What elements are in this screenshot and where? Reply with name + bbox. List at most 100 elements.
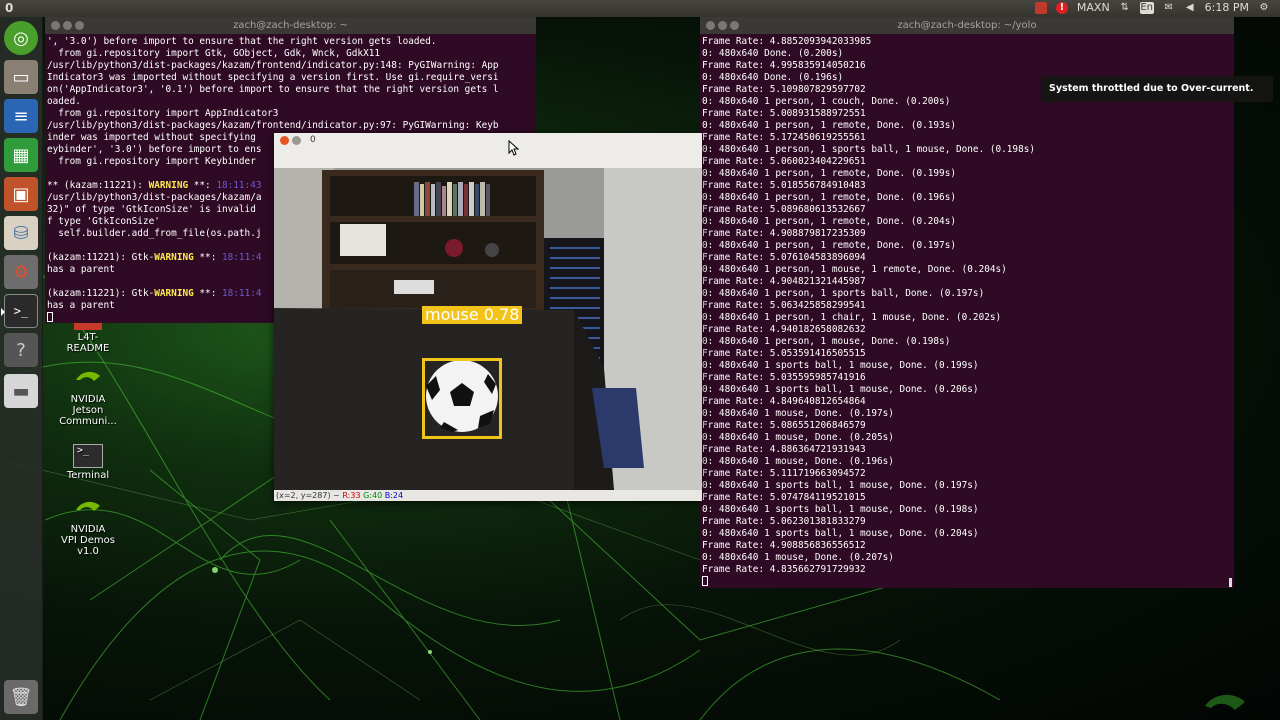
record-icon[interactable] — [1034, 1, 1047, 14]
software-center-icon[interactable]: ⛁ — [4, 216, 38, 250]
terminal-line: 0: 480x640 1 mouse, Done. (0.207s) — [702, 552, 894, 563]
camera-status-bar: (x=2, y=287) ~ R:33 G:40 B:24 — [274, 490, 702, 501]
minimize-icon[interactable] — [292, 136, 301, 145]
mail-icon[interactable]: ✉ — [1163, 2, 1175, 14]
nvidia-icon — [74, 368, 102, 392]
nvidia-icon — [74, 498, 102, 522]
terminal-line: Frame Rate: 5.008931588972551 — [702, 108, 866, 119]
terminal-line: 0: 480x640 1 person, 1 remote, Done. (0.… — [702, 216, 956, 227]
ubuntu-logo-icon[interactable]: ◎ — [4, 21, 38, 55]
throttle-notification: System throttled due to Over-current. — [1041, 76, 1273, 102]
terminal-line: (kazam:11221): Gtk-WARNING **: 18:11:4 — [47, 252, 262, 263]
terminal-line: Frame Rate: 5.063425858299541 — [702, 300, 866, 311]
drive-icon[interactable]: ▬ — [4, 374, 38, 408]
terminal-line: 0: 480x640 1 sports ball, 1 mouse, Done.… — [702, 480, 979, 491]
terminal-line: ', '3.0') before import to ensure that t… — [47, 36, 437, 47]
terminal-line: from gi.repository import AppIndicator3 — [47, 108, 279, 119]
terminal-line: /usr/lib/python3/dist-packages/kazam/fro… — [47, 120, 499, 131]
mouse-pointer-icon — [508, 140, 520, 156]
terminal-line: (kazam:11221): Gtk-WARNING **: 18:11:4 — [47, 288, 262, 299]
terminal-line: 0: 480x640 1 sports ball, 1 mouse, Done.… — [702, 360, 979, 371]
terminal-line: Frame Rate: 5.074784119521015 — [702, 492, 866, 503]
desktop-icon-label: NVIDIA VPI Demos v1.0 — [61, 524, 115, 557]
terminal-line: Frame Rate: 4.849640812654864 — [702, 396, 866, 407]
minimize-icon[interactable] — [718, 21, 727, 30]
help-icon[interactable]: ? — [4, 333, 38, 367]
terminal-output[interactable]: Frame Rate: 4.8852093942033985 0: 480x64… — [700, 34, 1234, 588]
camera-window-titlebar[interactable]: 0 — [274, 133, 702, 147]
launcher: ◎ ▭ ≡ ▦ ▣ ⛁ ⚙ >_ ? ▬ 🗑 — [0, 17, 43, 720]
terminal-line: inder was imported without specifying — [47, 132, 256, 143]
maximize-icon[interactable] — [75, 21, 84, 30]
terminal-line: 0: 480x640 Done. (0.196s) — [702, 72, 844, 83]
minimize-icon[interactable] — [63, 21, 72, 30]
pixel-coords: (x=2, y=287) ~ — [276, 491, 343, 500]
terminal-line: ** (kazam:11221): WARNING **: 18:11:43 — [47, 180, 262, 191]
pixel-green-value: G:40 — [363, 491, 383, 500]
readme-icon — [74, 322, 102, 330]
close-icon[interactable] — [706, 21, 715, 30]
settings-gear-icon[interactable]: ⚙ — [1258, 2, 1270, 14]
camera-preview-window[interactable]: 0 mouse 0.78 (x=2, y=287) ~ R:33 G:40 B:… — [274, 133, 702, 501]
terminal-line: Frame Rate: 5.060023404229651 — [702, 156, 866, 167]
terminal-line: /usr/lib/python3/dist-packages/kazam/a — [47, 192, 262, 203]
pixel-blue-value: B:24 — [384, 491, 404, 500]
terminal-line: Frame Rate: 4.904821321445987 — [702, 276, 866, 287]
nvidia-watermark-icon — [1205, 694, 1245, 710]
terminal-line: f type 'GtkIconSize' — [47, 216, 160, 227]
top-panel: 0 ! MAXN ⇅ En ✉ ◀ 6:18 PM ⚙ — [0, 0, 1280, 17]
terminal-line: 0: 480x640 1 sports ball, 1 mouse, Done.… — [702, 384, 979, 395]
terminal-line: 0: 480x640 1 person, 1 chair, 1 mouse, D… — [702, 312, 1002, 323]
terminal-line: Frame Rate: 4.908879817235309 — [702, 228, 866, 239]
terminal-titlebar[interactable]: zach@zach-desktop: ~ — [45, 17, 536, 34]
clock[interactable]: 6:18 PM — [1205, 1, 1249, 14]
terminal-line: Frame Rate: 5.053591416505515 — [702, 348, 866, 359]
terminal-title: zach@zach-desktop: ~ — [233, 20, 348, 31]
impress-icon[interactable]: ▣ — [4, 177, 38, 211]
terminal-line: 0: 480x640 1 sports ball, 1 mouse, Done.… — [702, 528, 979, 539]
terminal-cursor — [47, 312, 53, 322]
maximize-icon[interactable] — [730, 21, 739, 30]
terminal-line: eybinder', '3.0') before import to ens — [47, 144, 262, 155]
terminal-line: 0: 480x640 1 person, 1 sports ball, 1 mo… — [702, 144, 1036, 155]
close-icon[interactable] — [51, 21, 60, 30]
scrollbar-thumb[interactable] — [1229, 578, 1232, 587]
desktop-icon-readme[interactable]: L4T- README — [43, 322, 133, 354]
terminal-line: Frame Rate: 4.995835914050216 — [702, 60, 866, 71]
detection-bounding-box — [422, 358, 502, 439]
network-icon[interactable]: ⇅ — [1119, 2, 1131, 14]
terminal-line: Frame Rate: 5.076104583896094 — [702, 252, 866, 263]
camera-scene — [274, 168, 702, 490]
terminal-icon: >_ — [73, 444, 103, 468]
terminal-icon[interactable]: >_ — [1, 294, 38, 328]
settings-icon[interactable]: ⚙ — [4, 255, 38, 289]
camera-toolbar — [274, 147, 702, 168]
desktop-icon-label: NVIDIA Jetson Communi... — [59, 394, 117, 427]
terminal-line: 32)" of type 'GtkIconSize' is invalid — [47, 204, 256, 215]
terminal-titlebar[interactable]: zach@zach-desktop: ~/yolo — [700, 17, 1234, 34]
desktop-icon-nvidia-jetson[interactable]: NVIDIA Jetson Communi... — [43, 368, 133, 427]
alert-icon[interactable]: ! — [1055, 1, 1068, 14]
close-icon[interactable] — [280, 136, 289, 145]
files-icon[interactable]: ▭ — [4, 60, 38, 94]
keyboard-layout-icon[interactable]: En — [1139, 1, 1154, 14]
desktop-icon-label: Terminal — [66, 470, 110, 481]
volume-icon[interactable]: ◀ — [1184, 2, 1196, 14]
terminal-line: 0: 480x640 1 mouse, Done. (0.196s) — [702, 456, 894, 467]
writer-icon[interactable]: ≡ — [4, 99, 38, 133]
desktop: 0 ! MAXN ⇅ En ✉ ◀ 6:18 PM ⚙ ◎ ▭ ≡ ▦ ▣ ⛁ … — [0, 0, 1280, 720]
trash-icon[interactable]: 🗑 — [4, 680, 38, 714]
power-mode-label[interactable]: MAXN — [1077, 1, 1110, 14]
terminal-line: 0: 480x640 Done. (0.200s) — [702, 48, 844, 59]
terminal-line: Frame Rate: 5.109807829597702 — [702, 84, 866, 95]
desktop-icon-terminal[interactable]: >_ Terminal — [43, 444, 133, 481]
terminal-line: on('AppIndicator3', '0.1') before import… — [47, 84, 499, 95]
desktop-icon-vpi-demos[interactable]: NVIDIA VPI Demos v1.0 — [43, 498, 133, 557]
terminal-line: 0: 480x640 1 mouse, Done. (0.197s) — [702, 408, 894, 419]
camera-frame: mouse 0.78 — [274, 168, 702, 490]
right-terminal-window[interactable]: zach@zach-desktop: ~/yolo Frame Rate: 4.… — [700, 17, 1234, 588]
calc-icon[interactable]: ▦ — [4, 138, 38, 172]
terminal-line: 0: 480x640 1 sports ball, 1 mouse, Done.… — [702, 504, 979, 515]
terminal-line: 0: 480x640 1 person, 1 couch, Done. (0.2… — [702, 96, 951, 107]
terminal-line: Frame Rate: 5.062301381833279 — [702, 516, 866, 527]
